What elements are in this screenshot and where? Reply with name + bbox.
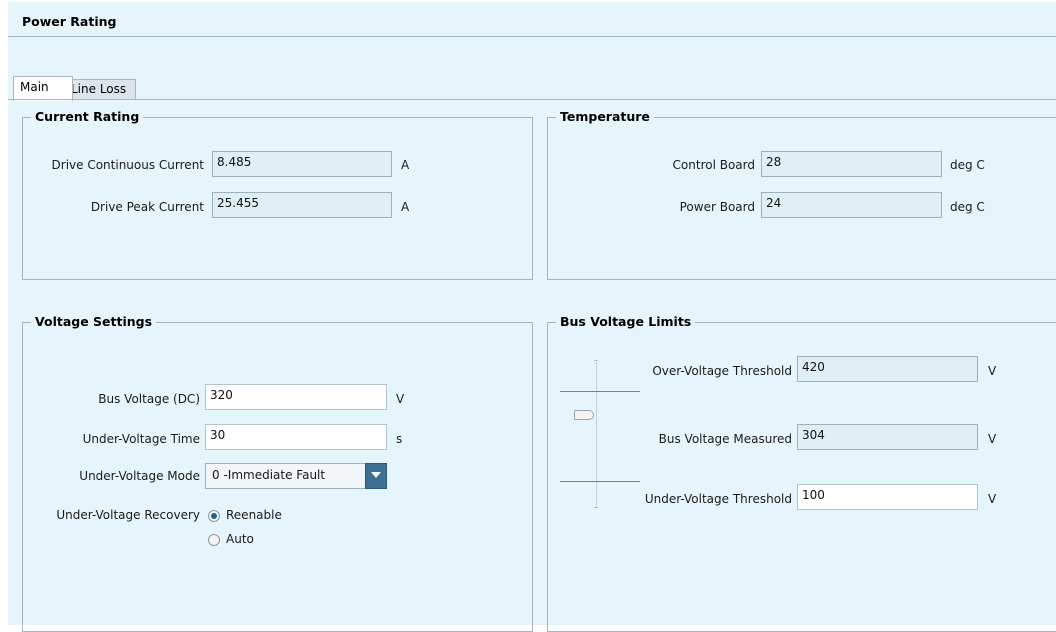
slider-bottom-tick (594, 507, 598, 508)
over-voltage-limit-line (560, 391, 640, 392)
continuous-current-field: 8.485 (212, 151, 392, 177)
continuous-current-unit: A (401, 158, 410, 172)
page-title: Power Rating (22, 14, 117, 29)
under-voltage-mode-label: Under-Voltage Mode (79, 469, 200, 483)
under-voltage-threshold-input[interactable]: 100 (797, 484, 978, 510)
under-voltage-mode-dropdown[interactable]: 0 -Immediate Fault (205, 463, 387, 489)
slider-top-tick (594, 360, 598, 361)
auto-radio[interactable] (208, 534, 220, 546)
bus-voltage-label: Bus Voltage (DC) (98, 392, 200, 406)
current-rating-title: Current Rating (31, 109, 144, 125)
control-board-label: Control Board (672, 158, 755, 172)
peak-current-label: Drive Peak Current (90, 200, 204, 214)
tab-strip-divider (8, 99, 1056, 100)
peak-current-unit: A (401, 200, 410, 214)
power-board-unit: deg C (950, 200, 985, 214)
over-voltage-threshold-label: Over-Voltage Threshold (652, 364, 792, 378)
under-voltage-threshold-label: Under-Voltage Threshold (644, 492, 792, 506)
reenable-radio[interactable] (208, 510, 220, 522)
over-voltage-threshold-field: 420 (797, 356, 978, 382)
tab-main[interactable]: Main (13, 76, 73, 101)
under-voltage-time-input[interactable]: 30 (205, 424, 387, 450)
control-board-unit: deg C (950, 158, 985, 172)
chevron-down-icon[interactable] (365, 463, 387, 489)
power-board-field: 24 (761, 192, 942, 218)
bus-voltage-slider-thumb[interactable] (574, 410, 594, 420)
temperature-title: Temperature (556, 109, 654, 125)
power-board-label: Power Board (679, 200, 755, 214)
bus-voltage-measured-label: Bus Voltage Measured (658, 432, 792, 446)
bus-voltage-slider-track (596, 362, 597, 508)
bus-voltage-limits-title: Bus Voltage Limits (556, 314, 696, 330)
continuous-current-label: Drive Continuous Current (51, 158, 204, 172)
under-voltage-threshold-unit: V (988, 492, 997, 506)
reenable-radio-label[interactable]: Reenable (226, 508, 282, 522)
control-board-field: 28 (761, 151, 942, 177)
over-voltage-threshold-unit: V (988, 364, 997, 378)
peak-current-field: 25.455 (212, 192, 392, 218)
under-voltage-recovery-label: Under-Voltage Recovery (56, 508, 200, 522)
tab-line-loss[interactable]: Line Loss (64, 79, 136, 100)
bus-voltage-measured-field: 304 (797, 424, 978, 450)
bus-voltage-input[interactable]: 320 (205, 384, 387, 410)
bus-voltage-measured-unit: V (988, 432, 997, 446)
bus-voltage-unit: V (396, 392, 405, 406)
voltage-settings-title: Voltage Settings (31, 314, 157, 330)
under-voltage-time-unit: s (396, 432, 403, 446)
under-voltage-time-label: Under-Voltage Time (82, 432, 200, 446)
under-voltage-mode-value: 0 -Immediate Fault (212, 468, 326, 482)
title-divider (8, 36, 1056, 37)
under-voltage-limit-line (560, 481, 640, 482)
auto-radio-label[interactable]: Auto (226, 532, 254, 546)
